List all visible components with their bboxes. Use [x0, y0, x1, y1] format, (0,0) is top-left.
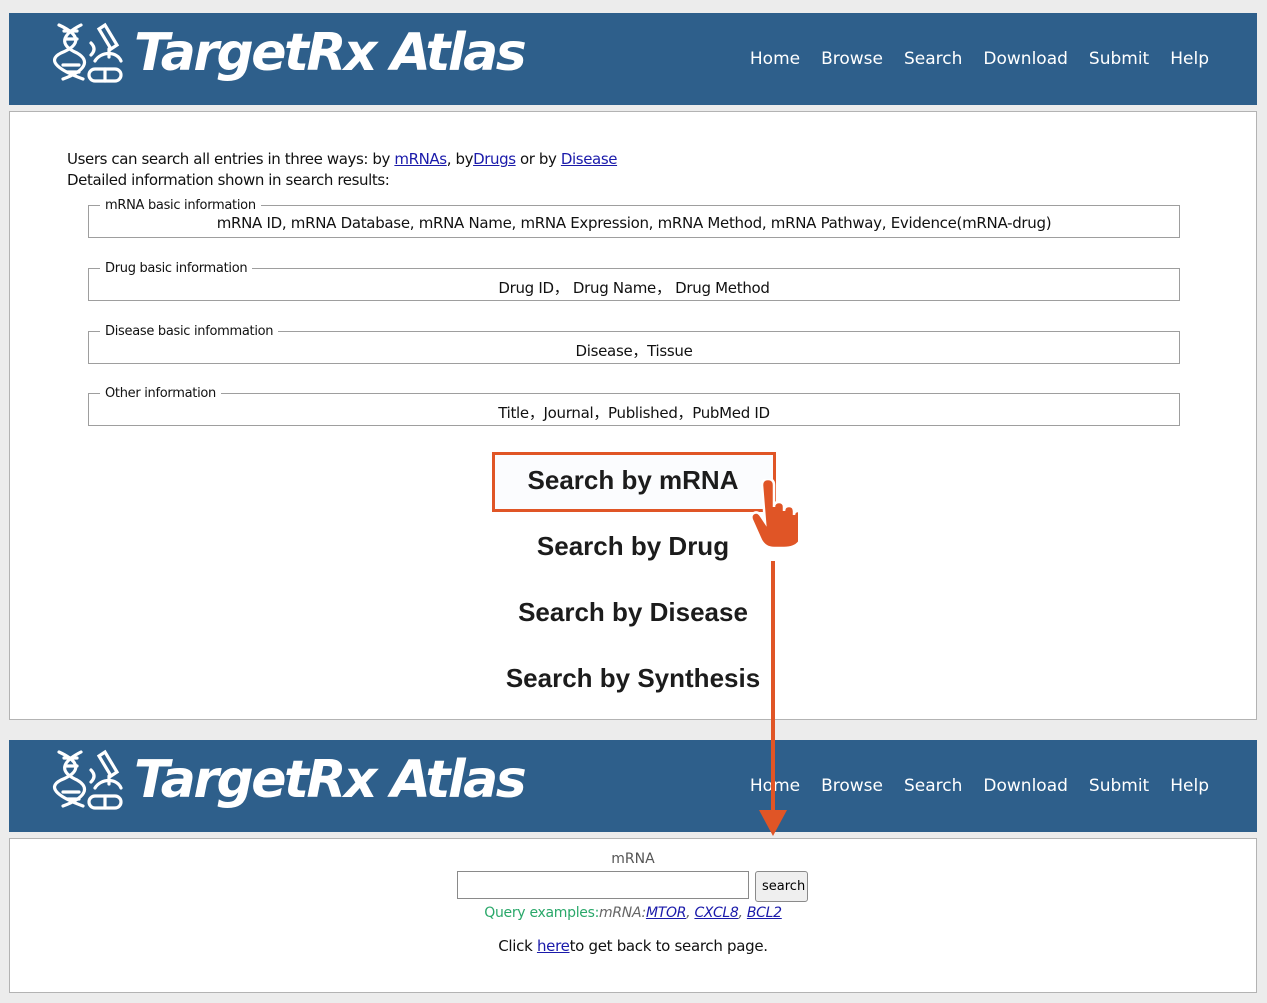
nav-download[interactable]: Download [983, 776, 1068, 796]
nav-download[interactable]: Download [983, 49, 1068, 69]
mrna-search-label: mRNA [611, 851, 655, 867]
pointing-hand-icon [750, 479, 798, 547]
annotation-arrow-line [771, 561, 775, 811]
mrna-search-input[interactable] [457, 871, 749, 899]
header-banner: TargetRx Atlas Home Browse Search Downlo… [9, 740, 1257, 832]
group-legend: mRNA basic information [105, 198, 256, 213]
mrna-search-panel: mRNA search Query examples:mRNA:MTOR, CX… [9, 838, 1257, 993]
mrna-info-group: mRNA basic information mRNA ID, mRNA Dat… [88, 198, 1180, 238]
group-fields: Title，Journal，Published，PubMed ID [498, 404, 770, 422]
dna-microscope-logo-icon [52, 22, 123, 83]
query-examples: Query examples:mRNA:MTOR, CXCL8, BCL2 [484, 905, 782, 921]
group-legend: Disease basic infommation [105, 324, 274, 339]
group-fields: mRNA ID, mRNA Database, mRNA Name, mRNA … [216, 214, 1052, 232]
group-legend: Other information [105, 386, 216, 401]
intro-line-1: Users can search all entries in three wa… [67, 150, 618, 168]
nav-search[interactable]: Search [904, 776, 962, 796]
group-fields: Disease，Tissue [575, 342, 693, 360]
dna-microscope-logo-icon [52, 749, 123, 810]
site-title: TargetRx Atlas [134, 750, 527, 810]
example-link-mtor[interactable]: MTOR [646, 905, 686, 921]
disease-link[interactable]: Disease [561, 150, 618, 168]
mrnas-link[interactable]: mRNAs [394, 150, 447, 168]
drug-info-group: Drug basic information Drug ID， Drug Nam… [88, 261, 1180, 301]
search-page-panel: Users can search all entries in three wa… [9, 111, 1257, 720]
nav-help[interactable]: Help [1170, 776, 1209, 796]
nav-browse[interactable]: Browse [821, 49, 883, 69]
back-to-search-text: Click hereto get back to search page. [498, 937, 768, 955]
nav-browse[interactable]: Browse [821, 776, 883, 796]
search-by-mrna-button[interactable]: Search by mRNA [10, 465, 1256, 496]
search-intro: Users can search all entries in three wa… [67, 149, 617, 191]
nav-submit[interactable]: Submit [1089, 776, 1149, 796]
site-title: TargetRx Atlas [134, 23, 527, 83]
group-legend: Drug basic information [105, 261, 248, 276]
disease-info-group: Disease basic infommation Disease，Tissue [88, 324, 1180, 364]
search-by-disease-button[interactable]: Search by Disease [10, 597, 1256, 628]
search-button[interactable]: search [755, 871, 808, 902]
search-by-synthesis-button[interactable]: Search by Synthesis [10, 663, 1256, 694]
back-here-link[interactable]: here [537, 937, 570, 955]
group-fields: Drug ID， Drug Name， Drug Method [498, 279, 770, 297]
header-banner: TargetRx Atlas Home Browse Search Downlo… [9, 13, 1257, 105]
main-nav: Home Browse Search Download Submit Help [750, 49, 1209, 69]
drugs-link[interactable]: Drugs [473, 150, 516, 168]
nav-help[interactable]: Help [1170, 49, 1209, 69]
main-nav: Home Browse Search Download Submit Help [750, 776, 1209, 796]
other-info-group: Other information Title，Journal，Publishe… [88, 386, 1180, 426]
nav-submit[interactable]: Submit [1089, 49, 1149, 69]
examples-type: mRNA: [599, 905, 646, 921]
annotation-arrow-head [759, 810, 787, 836]
example-link-cxcl8[interactable]: CXCL8 [694, 905, 738, 921]
example-link-bcl2[interactable]: BCL2 [747, 905, 782, 921]
nav-search[interactable]: Search [904, 49, 962, 69]
search-by-drug-button[interactable]: Search by Drug [10, 531, 1256, 562]
nav-home[interactable]: Home [750, 49, 800, 69]
examples-label: Query examples: [484, 905, 600, 921]
intro-line-2: Detailed information shown in search res… [67, 171, 390, 189]
